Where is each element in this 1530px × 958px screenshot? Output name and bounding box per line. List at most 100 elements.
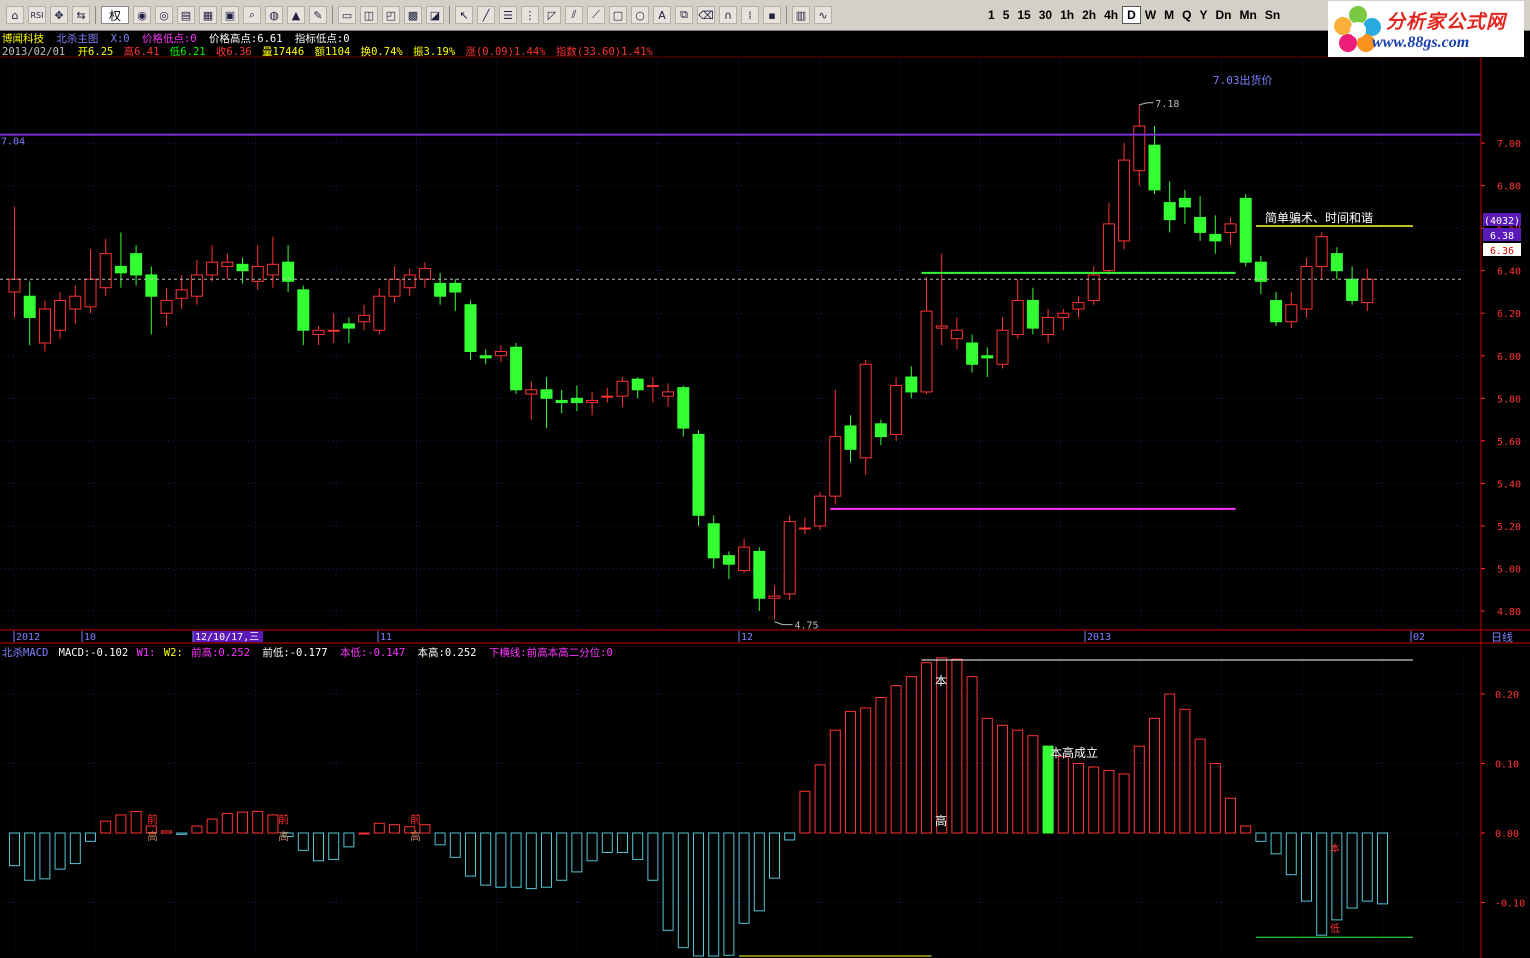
- macd-bar: [814, 764, 826, 834]
- candle[interactable]: [920, 277, 933, 395]
- candle[interactable]: [677, 385, 690, 437]
- candle[interactable]: [358, 304, 371, 331]
- candle[interactable]: [829, 389, 842, 505]
- candle[interactable]: [753, 547, 766, 611]
- macd-bar: [510, 832, 522, 888]
- candle[interactable]: [69, 285, 82, 324]
- candle[interactable]: [935, 253, 948, 346]
- candle[interactable]: [479, 349, 492, 365]
- candle-body-up: [1361, 278, 1374, 304]
- candle[interactable]: [1224, 217, 1237, 246]
- candle-body-up: [206, 261, 219, 276]
- candle[interactable]: [190, 260, 203, 305]
- candle[interactable]: [996, 317, 1009, 369]
- candle[interactable]: [814, 491, 827, 531]
- candle[interactable]: [312, 325, 325, 346]
- candle[interactable]: [145, 266, 158, 335]
- candle[interactable]: [175, 274, 188, 309]
- candle[interactable]: [540, 377, 553, 429]
- candle[interactable]: [1285, 291, 1298, 329]
- macd-bar: [1103, 769, 1115, 834]
- candle-body-down: [1346, 278, 1359, 301]
- candle-series: [8, 104, 1374, 620]
- candle[interactable]: [1300, 257, 1313, 318]
- candle[interactable]: [950, 317, 963, 350]
- candle[interactable]: [738, 538, 751, 573]
- candle[interactable]: [282, 245, 295, 292]
- candle[interactable]: [966, 334, 979, 373]
- candle[interactable]: [631, 377, 644, 399]
- candle[interactable]: [1026, 287, 1039, 335]
- candle[interactable]: [1194, 196, 1207, 241]
- candle[interactable]: [1102, 202, 1115, 275]
- candle[interactable]: [342, 317, 355, 343]
- candle[interactable]: [434, 272, 447, 305]
- candle[interactable]: [1042, 308, 1055, 343]
- candle[interactable]: [555, 389, 568, 414]
- candle[interactable]: [99, 238, 112, 297]
- candle[interactable]: [905, 366, 918, 399]
- candle[interactable]: [722, 551, 735, 580]
- candle[interactable]: [373, 287, 386, 335]
- candle[interactable]: [1118, 143, 1131, 250]
- candle[interactable]: [8, 206, 21, 318]
- candle[interactable]: [692, 430, 705, 526]
- candle[interactable]: [388, 266, 401, 303]
- candle[interactable]: [38, 300, 51, 352]
- candle[interactable]: [768, 585, 781, 620]
- candle[interactable]: [327, 313, 340, 343]
- candle[interactable]: [859, 360, 872, 475]
- candle[interactable]: [449, 279, 462, 312]
- candle[interactable]: [1209, 215, 1222, 254]
- candle[interactable]: [783, 515, 796, 601]
- candle[interactable]: [297, 285, 310, 346]
- candle[interactable]: [510, 343, 523, 395]
- candle-body-down: [1209, 234, 1222, 242]
- candle[interactable]: [1011, 279, 1024, 339]
- candle[interactable]: [1072, 296, 1085, 318]
- candle[interactable]: [403, 268, 416, 297]
- candle[interactable]: [1254, 255, 1267, 295]
- macd-ben-low-label: 本: [1330, 842, 1340, 855]
- candle[interactable]: [206, 245, 219, 282]
- candle[interactable]: [1270, 291, 1283, 326]
- candle[interactable]: [266, 236, 279, 288]
- candle[interactable]: [1239, 194, 1252, 267]
- candle-body-up: [221, 261, 234, 267]
- candle[interactable]: [1178, 189, 1191, 224]
- candle[interactable]: [418, 262, 431, 288]
- candle[interactable]: [1057, 308, 1070, 331]
- macd-bar: [191, 825, 203, 834]
- candle[interactable]: [707, 515, 720, 569]
- macd-bar: [845, 710, 856, 834]
- candle[interactable]: [601, 387, 614, 403]
- candle[interactable]: [616, 377, 629, 407]
- candle[interactable]: [23, 281, 36, 346]
- candle[interactable]: [221, 253, 234, 280]
- candle[interactable]: [525, 381, 538, 420]
- candle[interactable]: [662, 383, 675, 407]
- candle[interactable]: [1330, 247, 1343, 280]
- candle[interactable]: [981, 347, 994, 378]
- candle[interactable]: [890, 377, 903, 441]
- candle[interactable]: [844, 415, 857, 463]
- macd-bar: [237, 811, 248, 834]
- candle[interactable]: [160, 287, 173, 326]
- candle[interactable]: [1361, 268, 1374, 312]
- candle[interactable]: [464, 300, 477, 361]
- macd-bar: [556, 832, 568, 881]
- candle[interactable]: [586, 391, 599, 416]
- candle[interactable]: [1163, 181, 1176, 233]
- candle[interactable]: [54, 291, 67, 339]
- candle[interactable]: [251, 245, 264, 290]
- candle[interactable]: [1315, 232, 1328, 280]
- candle[interactable]: [1133, 104, 1146, 186]
- candle[interactable]: [494, 345, 507, 363]
- candle[interactable]: [1346, 266, 1359, 305]
- x-axis-label: 10: [84, 632, 96, 643]
- candle[interactable]: [570, 385, 583, 412]
- candle[interactable]: [1148, 126, 1161, 195]
- candlestick-chart[interactable]: 7.006.806.606.406.206.005.805.605.405.20…: [0, 0, 1530, 958]
- candle-body-up: [601, 395, 614, 398]
- candle-body-up: [418, 268, 431, 280]
